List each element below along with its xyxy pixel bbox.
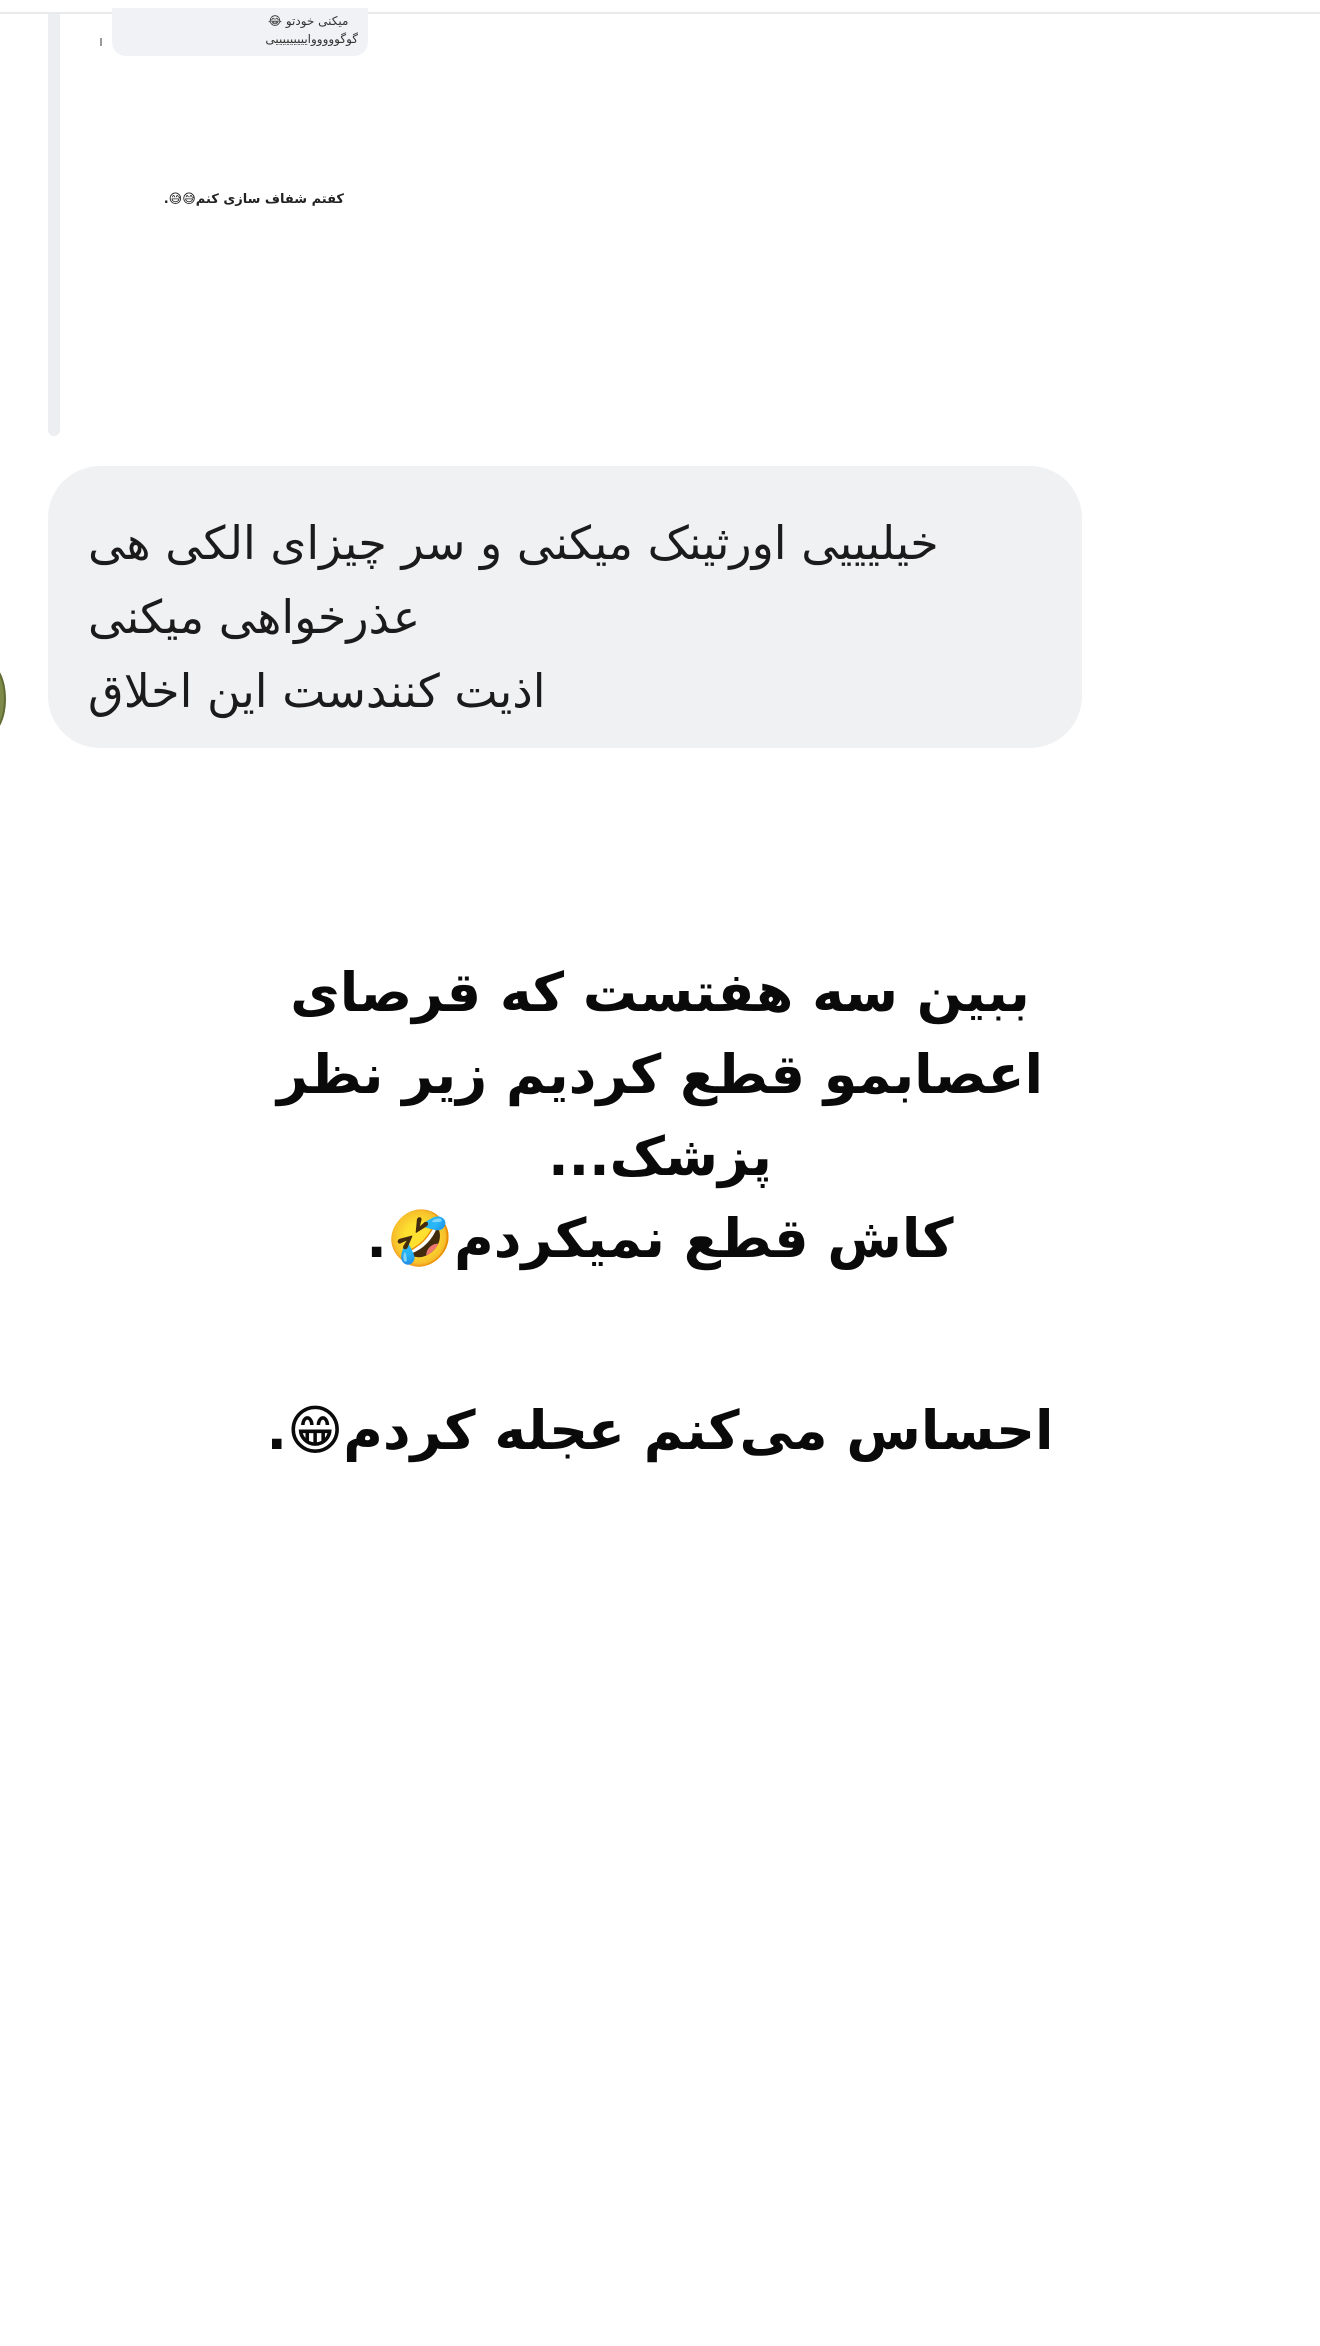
quoted-reply-line-2: گوگوووووایییییییییی [265,32,358,46]
avatar[interactable] [0,664,6,734]
story-line-5: احساس می‌کنم عجله کردم😁. [266,1399,1054,1462]
quoted-reply-bubble[interactable]: میکنی خودتو 😂 گوگوووووایییییییییی [112,8,368,56]
message-line-1: خیلیییی اورثینک میکنی و سر چیزای الکی هی [88,516,939,570]
message-line-2: عذرخواهی میکنی [88,590,421,644]
story-line-4: کاش قطع نمیکردم🤣. [366,1207,954,1270]
story-line-3: پزشک... [548,1125,772,1188]
reply-rail [48,14,60,436]
message-line-3: اذیت کنندست این اخلاق [88,664,546,718]
story-line-2: اعصابمو قطع کردیم زیر نظر [276,1043,1044,1106]
quoted-reply-marker [100,38,102,46]
shared-caption: کفتم شفاف سازی کنم😅😅. [163,192,344,207]
message-bubble[interactable]: خیلیییی اورثینک میکنی و سر چیزای الکی هی… [48,466,1082,748]
story-text-block-2: احساس می‌کنم عجله کردم😁. [240,1390,1080,1472]
quoted-reply-line-1: میکنی خودتو 😂 [268,14,349,28]
story-line-1: ببین سه هفتست که قرصای [290,961,1030,1024]
story-text-block-1: ببین سه هفتست که قرصای اعصابمو قطع کردیم… [240,952,1080,1280]
